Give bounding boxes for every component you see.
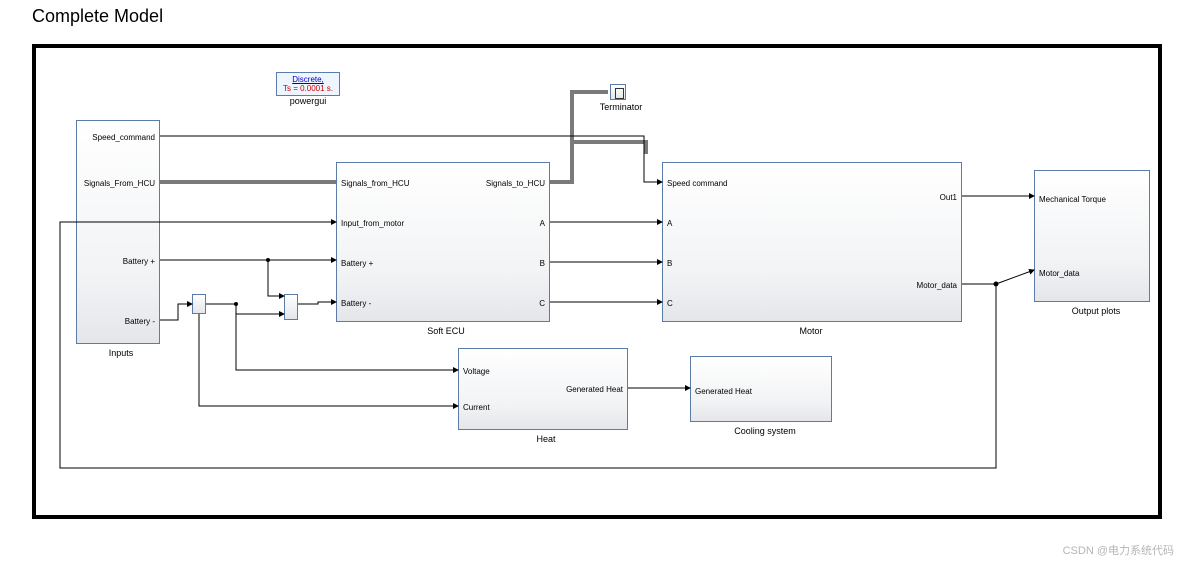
port-label: C [539, 299, 545, 308]
port-label: Signals_From_HCU [84, 179, 155, 188]
outputs-block[interactable]: Mechanical Torque Motor_data [1034, 170, 1150, 302]
heat-label: Heat [531, 434, 561, 444]
powergui-line1: Discrete, [281, 75, 335, 84]
model-canvas[interactable]: Discrete, Ts = 0.0001 s. powergui Termin… [32, 44, 1162, 519]
port-label: Battery + [123, 257, 155, 266]
port-label: Input_from_motor [341, 219, 404, 228]
terminator-block[interactable] [610, 84, 626, 100]
terminator-label: Terminator [596, 102, 646, 112]
inputs-block[interactable]: Speed_command Signals_From_HCU Battery +… [76, 120, 160, 344]
port-label: Mechanical Torque [1039, 195, 1106, 204]
meas-block-2[interactable] [284, 294, 298, 320]
inputs-label: Inputs [106, 348, 136, 358]
port-label: Out1 [940, 193, 957, 202]
port-label: Battery + [341, 259, 373, 268]
softecu-label: Soft ECU [421, 326, 471, 336]
port-label: B [667, 259, 672, 268]
powergui-block[interactable]: Discrete, Ts = 0.0001 s. [276, 72, 340, 96]
motor-label: Motor [796, 326, 826, 336]
meas-block-1[interactable] [192, 294, 206, 314]
port-label: Signals_from_HCU [341, 179, 409, 188]
port-label: Voltage [463, 367, 490, 376]
motor-block[interactable]: Speed command A B C Out1 Motor_data [662, 162, 962, 322]
powergui-line2: Ts = 0.0001 s. [281, 84, 335, 93]
watermark: CSDN @电力系统代码 [1063, 542, 1174, 558]
port-label: Speed_command [92, 133, 155, 142]
page-title: Complete Model [32, 6, 163, 27]
port-label: Motor_data [917, 281, 957, 290]
port-label: Generated Heat [566, 385, 623, 394]
port-label: B [540, 259, 545, 268]
port-label: Current [463, 403, 490, 412]
outputs-label: Output plots [1066, 306, 1126, 316]
port-label: Motor_data [1039, 269, 1079, 278]
cooling-block[interactable]: Generated Heat [690, 356, 832, 422]
port-label: Battery - [125, 317, 155, 326]
softecu-block[interactable]: Signals_from_HCU Input_from_motor Batter… [336, 162, 550, 322]
port-label: Signals_to_HCU [486, 179, 545, 188]
cooling-label: Cooling system [730, 426, 800, 436]
port-label: Speed command [667, 179, 727, 188]
port-label: Battery - [341, 299, 371, 308]
powergui-label: powergui [286, 96, 330, 106]
port-label: A [667, 219, 672, 228]
port-label: Generated Heat [695, 387, 752, 396]
heat-block[interactable]: Voltage Current Generated Heat [458, 348, 628, 430]
port-label: A [540, 219, 545, 228]
port-label: C [667, 299, 673, 308]
